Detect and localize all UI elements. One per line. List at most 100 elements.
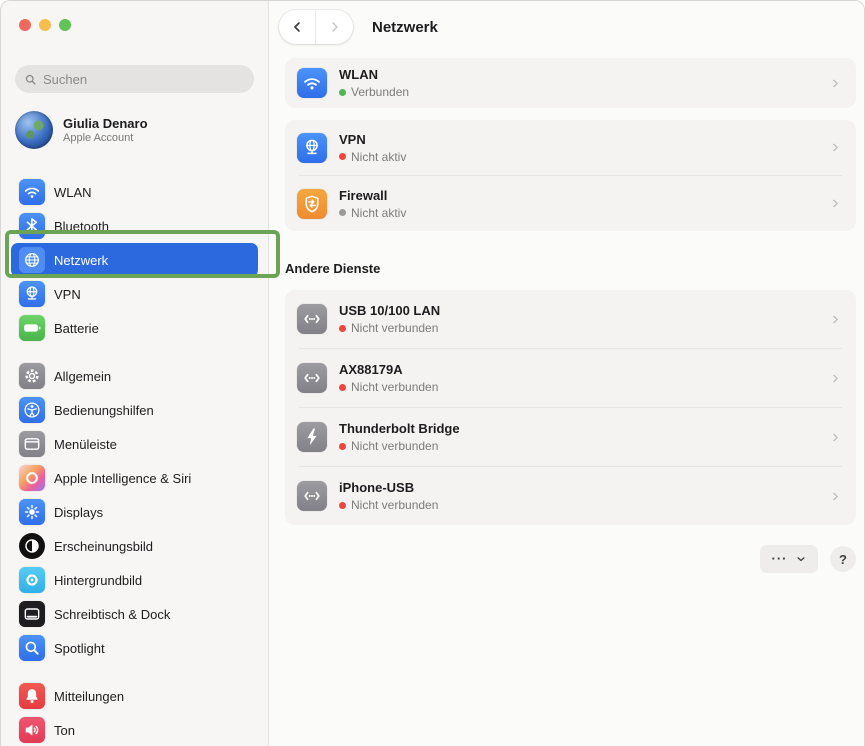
sidebar-item-erscheinungsbild[interactable]: Erscheinungsbild	[11, 529, 258, 563]
pane-footer: ··· ?	[285, 545, 856, 573]
apple-account-row[interactable]: Giulia Denaro Apple Account	[11, 107, 258, 153]
status-text: Nicht verbunden	[351, 380, 438, 394]
row-ax88179a[interactable]: AX88179A Nicht verbunden	[285, 349, 856, 407]
sidebar-item-bedienungshilfen[interactable]: Bedienungshilfen	[11, 393, 258, 427]
sidebar-item-label: Mitteilungen	[54, 689, 124, 704]
more-options-button[interactable]: ···	[760, 545, 818, 573]
sidebar-item-spotlight[interactable]: Spotlight	[11, 631, 258, 665]
ellipsis-icon: ···	[772, 554, 788, 564]
sidebar-item-apple-intelligence-siri[interactable]: Apple Intelligence & Siri	[11, 461, 258, 495]
status-dot	[339, 502, 346, 509]
magnifier-icon	[19, 635, 45, 661]
ethernet-icon	[297, 363, 327, 393]
back-button[interactable]	[279, 10, 316, 44]
chevron-right-icon	[327, 19, 343, 35]
chevron-left-icon	[289, 19, 305, 35]
forward-button[interactable]	[316, 10, 353, 44]
status-text: Nicht aktiv	[351, 150, 406, 164]
row-firewall[interactable]: Firewall Nicht aktiv	[285, 176, 856, 231]
wifi-icon	[297, 68, 327, 98]
vpn-firewall-card: VPN Nicht aktiv Firewall Nicht aktiv	[285, 120, 856, 231]
section-title-andere-dienste: Andere Dienste	[285, 261, 856, 276]
sidebar-item-label: Menüleiste	[54, 437, 117, 452]
sidebar-item-allgemein[interactable]: Allgemein	[11, 359, 258, 393]
sidebar-item-schreibtisch-dock[interactable]: Schreibtisch & Dock	[11, 597, 258, 631]
sidebar-item-label: Ton	[54, 723, 75, 738]
chevron-right-icon	[829, 372, 842, 385]
vpn-globe-icon	[297, 133, 327, 163]
zoom-window-button[interactable]	[59, 19, 71, 31]
sidebar-item-wlan[interactable]: WLAN	[11, 175, 258, 209]
row-title: Thunderbolt Bridge	[339, 421, 817, 437]
status-text: Nicht verbunden	[351, 498, 438, 512]
thunderbolt-icon	[297, 422, 327, 452]
search-field[interactable]	[15, 65, 254, 93]
status-dot	[339, 89, 346, 96]
status-dot	[339, 325, 346, 332]
wifi-icon	[19, 179, 45, 205]
sidebar-item-mitteilungen[interactable]: Mitteilungen	[11, 679, 258, 713]
row-thunderbolt-bridge[interactable]: Thunderbolt Bridge Nicht verbunden	[285, 408, 856, 466]
row-usb-lan[interactable]: USB 10/100 LAN Nicht verbunden	[285, 290, 856, 348]
chevron-right-icon	[829, 313, 842, 326]
globe-icon	[19, 247, 45, 273]
bell-icon	[19, 683, 45, 709]
row-iphone-usb[interactable]: iPhone-USB Nicht verbunden	[285, 467, 856, 525]
row-title: WLAN	[339, 67, 817, 83]
search-icon	[24, 73, 37, 86]
status-text: Verbunden	[351, 85, 409, 99]
chevron-right-icon	[829, 490, 842, 503]
window-controls	[1, 1, 268, 31]
siri-icon	[19, 465, 45, 491]
search-input[interactable]	[43, 72, 245, 87]
sidebar-item-label: Erscheinungsbild	[54, 539, 153, 554]
account-name: Giulia Denaro	[63, 116, 148, 132]
sidebar-item-displays[interactable]: Displays	[11, 495, 258, 529]
page-title: Netzwerk	[372, 19, 438, 36]
sidebar-item-hintergrundbild[interactable]: Hintergrundbild	[11, 563, 258, 597]
chevron-right-icon	[829, 431, 842, 444]
contrast-icon	[19, 533, 45, 559]
close-window-button[interactable]	[19, 19, 31, 31]
chevron-right-icon	[829, 141, 842, 154]
sidebar-nav: WLAN Bluetooth Netzwerk VPN Batterie	[1, 175, 268, 746]
ethernet-icon	[297, 481, 327, 511]
status-text: Nicht aktiv	[351, 206, 406, 220]
row-title: USB 10/100 LAN	[339, 303, 817, 319]
sidebar-item-batterie[interactable]: Batterie	[11, 311, 258, 345]
sidebar-item-label: Displays	[54, 505, 103, 520]
sidebar-item-menueleiste[interactable]: Menüleiste	[11, 427, 258, 461]
sidebar-item-label: Schreibtisch & Dock	[54, 607, 170, 622]
sidebar-item-label: Bedienungshilfen	[54, 403, 154, 418]
other-services-card: USB 10/100 LAN Nicht verbunden AX88179A …	[285, 290, 856, 525]
sidebar-item-ton[interactable]: Ton	[11, 713, 258, 746]
sidebar-item-bluetooth[interactable]: Bluetooth	[11, 209, 258, 243]
sidebar-item-label: Apple Intelligence & Siri	[54, 471, 191, 486]
pane-header: Netzwerk	[269, 1, 864, 53]
status-dot	[339, 209, 346, 216]
system-settings-window: Giulia Denaro Apple Account WLAN Bluetoo…	[0, 0, 865, 746]
sidebar-item-vpn[interactable]: VPN	[11, 277, 258, 311]
flower-icon	[19, 567, 45, 593]
status-text: Nicht verbunden	[351, 439, 438, 453]
battery-icon	[19, 315, 45, 341]
network-pane: Netzwerk WLAN Verbunden VPN	[269, 1, 864, 746]
dock-icon	[19, 601, 45, 627]
help-button[interactable]: ?	[830, 546, 856, 572]
sidebar-item-label: Netzwerk	[54, 253, 108, 268]
minimize-window-button[interactable]	[39, 19, 51, 31]
row-wlan[interactable]: WLAN Verbunden	[285, 58, 856, 108]
history-nav	[279, 10, 353, 44]
chevron-right-icon	[829, 197, 842, 210]
sidebar-item-netzwerk[interactable]: Netzwerk	[11, 243, 258, 277]
row-vpn[interactable]: VPN Nicht aktiv	[285, 120, 856, 175]
row-title: Firewall	[339, 188, 817, 204]
sidebar-item-label: Allgemein	[54, 369, 111, 384]
sidebar-item-label: Batterie	[54, 321, 99, 336]
status-dot	[339, 153, 346, 160]
row-title: VPN	[339, 132, 817, 148]
accessibility-icon	[19, 397, 45, 423]
menubar-icon	[19, 431, 45, 457]
gear-icon	[19, 363, 45, 389]
chevron-right-icon	[829, 77, 842, 90]
